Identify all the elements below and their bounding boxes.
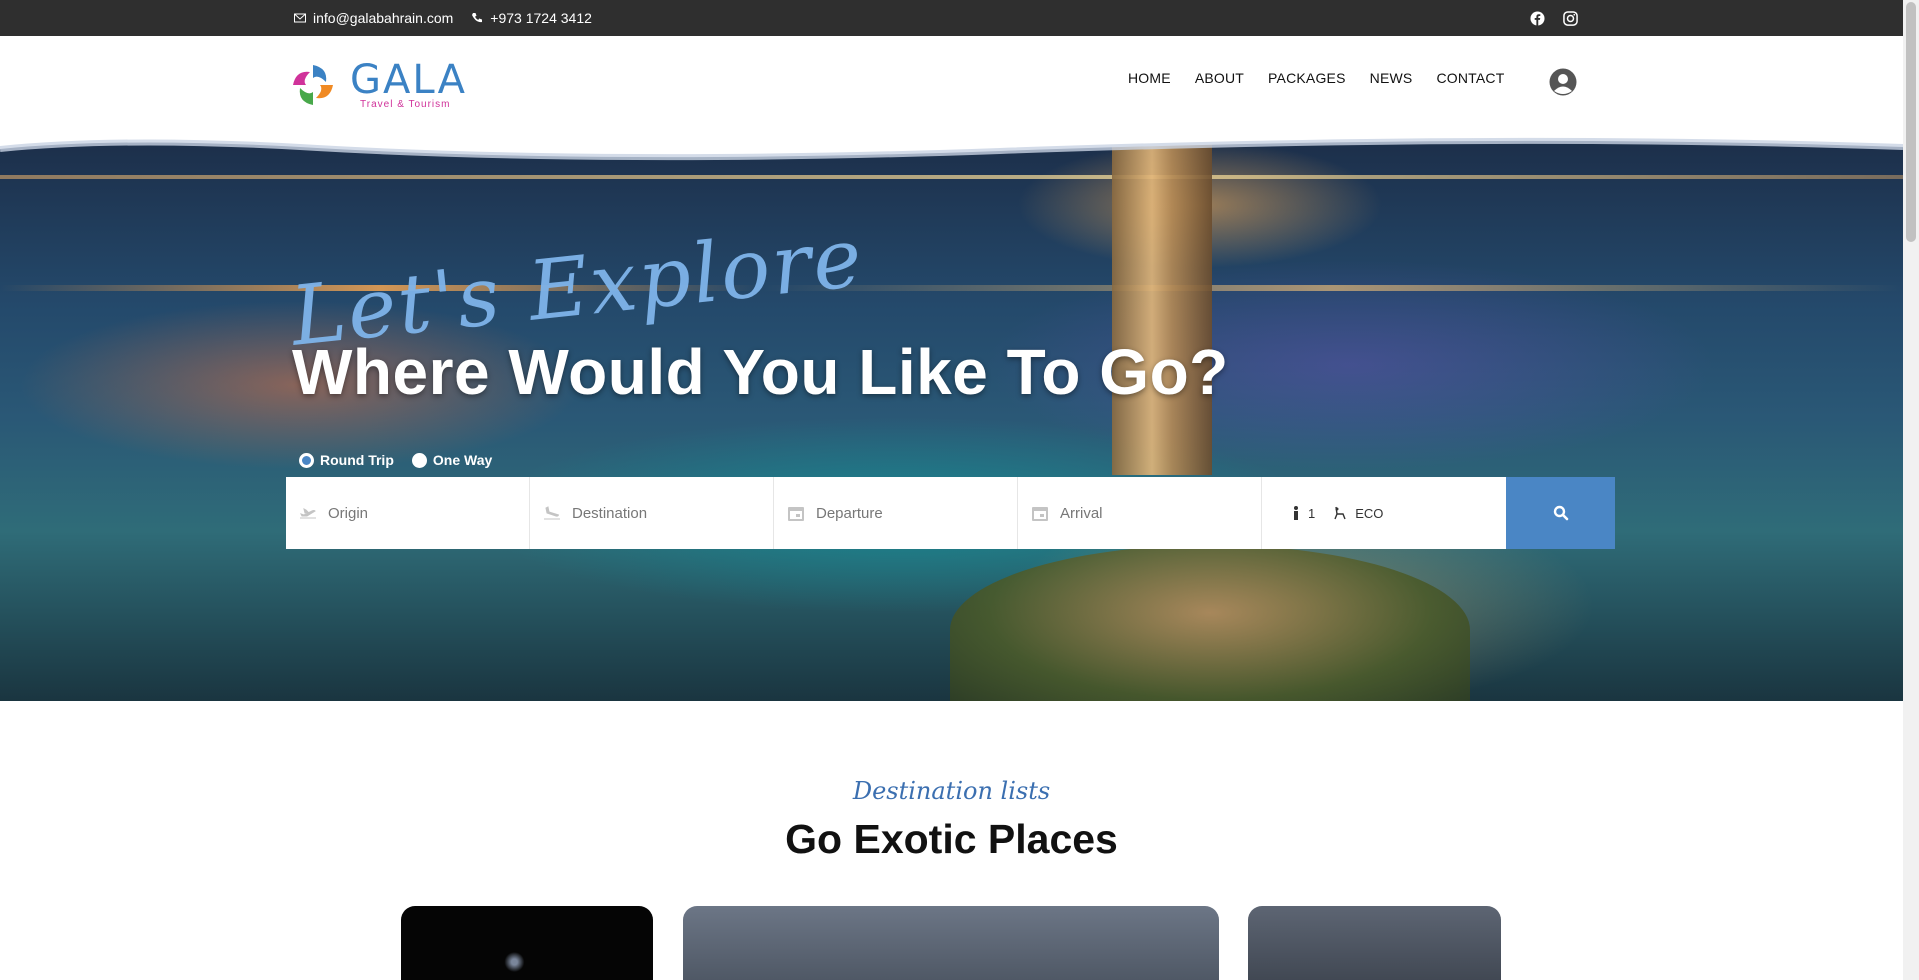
search-icon (1553, 505, 1568, 521)
origin-placeholder: Origin (328, 504, 369, 522)
social-links (1530, 0, 1578, 36)
island-image (950, 545, 1470, 701)
destination-field[interactable]: Destination (530, 477, 774, 549)
destinations-script: Destination lists (852, 777, 1051, 805)
email-text: info@galabahrain.com (313, 10, 454, 26)
destination-card[interactable] (401, 906, 653, 980)
tower-image (1112, 135, 1212, 475)
brand-tagline: Travel & Tourism (360, 98, 451, 110)
one-way-radio[interactable] (411, 452, 427, 468)
nav-packages[interactable]: PACKAGES (1268, 70, 1346, 86)
seat-icon (1334, 506, 1346, 520)
instagram-icon[interactable] (1563, 10, 1578, 26)
scrollbar-thumb[interactable] (1906, 2, 1916, 242)
passengers-class-selector[interactable]: 1 ECO (1262, 477, 1506, 549)
destination-card[interactable] (1248, 906, 1501, 980)
cabin-class: ECO (1355, 505, 1384, 521)
one-way-label: One Way (432, 452, 493, 468)
site-header: GALA Travel & Tourism HOME ABOUT PACKAGE… (0, 36, 1903, 140)
destination-placeholder: Destination (572, 504, 648, 522)
phone-icon (472, 13, 483, 23)
header-wave (0, 135, 1903, 161)
facebook-icon[interactable] (1530, 10, 1545, 26)
calendar-icon (788, 507, 804, 521)
nav-home[interactable]: HOME (1128, 70, 1171, 86)
round-trip-radio[interactable] (299, 452, 314, 468)
person-icon (1294, 506, 1298, 520)
round-trip-option[interactable]: Round Trip (299, 452, 394, 468)
calendar-icon (1032, 507, 1048, 521)
search-button[interactable] (1506, 477, 1615, 549)
page-scrollbar[interactable] (1903, 0, 1919, 980)
logo-mark-icon (293, 65, 333, 105)
origin-field[interactable]: Origin (286, 477, 530, 549)
nav-about[interactable]: ABOUT (1195, 70, 1244, 86)
arrival-placeholder: Arrival (1060, 504, 1103, 522)
plane-takeoff-icon (300, 508, 316, 519)
phone-text: +973 1724 3412 (490, 10, 592, 26)
destination-card[interactable] (683, 906, 1219, 980)
hero-headline: Where Would You Like To Go? (292, 336, 1229, 408)
departure-field[interactable]: Departure (774, 477, 1018, 549)
user-account-icon[interactable] (1549, 68, 1577, 96)
round-trip-label: Round Trip (320, 452, 394, 468)
mail-icon (294, 13, 306, 23)
departure-placeholder: Departure (816, 504, 883, 522)
one-way-option[interactable]: One Way (411, 452, 493, 468)
brand-name: GALA (350, 56, 467, 103)
highway-lights (0, 285, 1903, 291)
email-link[interactable]: info@galabahrain.com (294, 10, 453, 26)
passenger-count: 1 (1308, 505, 1316, 521)
arrival-field[interactable]: Arrival (1018, 477, 1262, 549)
nav-contact[interactable]: CONTACT (1436, 70, 1504, 86)
top-bar: info@galabahrain.com +973 1724 3412 (0, 0, 1903, 36)
plane-landing-icon (544, 506, 560, 520)
trip-type-options: Round Trip One Way (299, 452, 492, 468)
phone-link[interactable]: +973 1724 3412 (471, 10, 592, 26)
skyline-lights (0, 175, 1903, 179)
main-nav: HOME ABOUT PACKAGES NEWS CONTACT (1128, 36, 1504, 120)
hero-banner: Let's Explore Where Would You Like To Go… (0, 135, 1903, 701)
flight-search-form: Origin Destination Departure Arrival 1 E… (286, 477, 1615, 549)
destinations-title: Go Exotic Places (785, 816, 1118, 862)
logo[interactable]: GALA Travel & Tourism (288, 60, 467, 110)
nav-news[interactable]: NEWS (1370, 70, 1413, 86)
top-contact: info@galabahrain.com +973 1724 3412 (294, 0, 602, 36)
logo-wordmark: GALA Travel & Tourism (350, 56, 467, 110)
